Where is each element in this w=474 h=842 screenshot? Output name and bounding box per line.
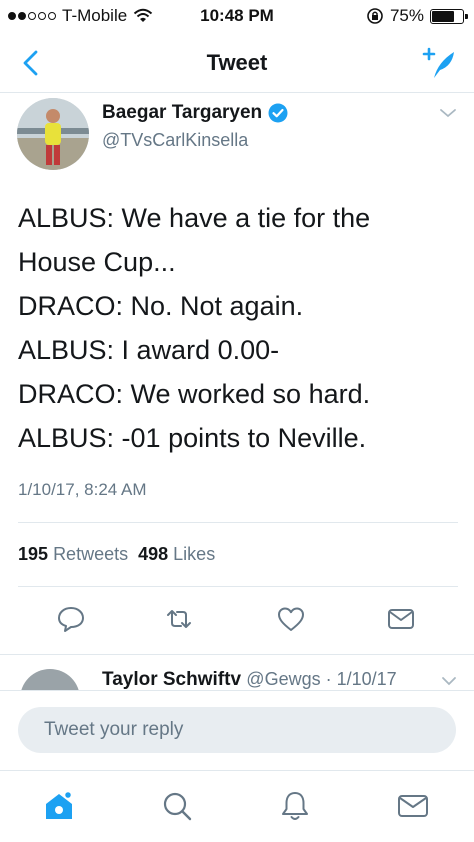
rotation-lock-icon bbox=[367, 8, 383, 24]
retweets-label: Retweets bbox=[53, 544, 129, 564]
tweet-line: DRACO: No. Not again. bbox=[18, 291, 304, 321]
reply-author-avatar[interactable] bbox=[20, 669, 80, 691]
navigation-bar: Tweet bbox=[0, 34, 474, 93]
status-bar: T-Mobile 10:48 PM 75% bbox=[0, 0, 474, 34]
verified-badge-icon bbox=[268, 103, 288, 123]
retweet-icon[interactable] bbox=[164, 604, 194, 634]
messages-envelope-icon[interactable] bbox=[396, 789, 430, 823]
home-icon[interactable] bbox=[42, 789, 76, 823]
author-name[interactable]: Baegar Targaryen bbox=[102, 102, 288, 124]
tweet-line: ALBUS: I award 0.00- bbox=[18, 335, 280, 365]
compose-tweet-icon[interactable] bbox=[418, 44, 458, 84]
retweets-count: 195 bbox=[18, 544, 49, 564]
battery-icon bbox=[430, 8, 468, 24]
reply-input[interactable]: Tweet your reply bbox=[18, 707, 456, 753]
tweet-text: ALBUS: We have a tie for the House Cup..… bbox=[18, 196, 458, 460]
chevron-down-icon[interactable] bbox=[440, 675, 458, 687]
divider bbox=[18, 522, 458, 523]
reply-icon[interactable] bbox=[56, 604, 86, 634]
likes-stat[interactable]: 498 Likes bbox=[138, 544, 215, 565]
author-name-text: Baegar Targaryen bbox=[102, 102, 263, 123]
search-icon[interactable] bbox=[160, 789, 194, 823]
divider bbox=[18, 586, 458, 587]
tweet-line: House Cup... bbox=[18, 247, 176, 277]
tweet-line: ALBUS: We have a tie for the bbox=[18, 203, 371, 233]
reply-tweet[interactable]: Taylor Schwiftv @Gewgs · 1/10/17 bbox=[0, 654, 474, 691]
likes-label: Likes bbox=[173, 544, 216, 564]
tweet-timestamp: 1/10/17, 8:24 AM bbox=[18, 480, 147, 499]
page-title: Tweet bbox=[206, 50, 268, 75]
tweet-line: DRACO: We worked so hard. bbox=[18, 379, 371, 409]
tweet-line: ALBUS: -01 points to Neville. bbox=[18, 423, 367, 453]
notifications-bell-icon[interactable] bbox=[278, 789, 312, 823]
tweet-stats: 195 Retweets 498 Likes bbox=[18, 544, 215, 565]
likes-count: 498 bbox=[138, 544, 169, 564]
like-heart-icon[interactable] bbox=[276, 604, 306, 634]
tab-bar bbox=[0, 770, 474, 842]
reply-composer: Tweet your reply bbox=[0, 690, 474, 771]
chevron-down-icon[interactable] bbox=[438, 106, 458, 120]
reply-placeholder: Tweet your reply bbox=[44, 719, 184, 740]
author-handle[interactable]: @TVsCarlKinsella bbox=[102, 130, 248, 151]
battery-status: 75% bbox=[366, 6, 468, 26]
retweets-stat[interactable]: 195 Retweets bbox=[18, 544, 128, 565]
reply-meta: @Gewgs · 1/10/17 bbox=[246, 669, 397, 689]
author-avatar[interactable] bbox=[17, 98, 89, 170]
battery-percent: 75% bbox=[389, 6, 424, 25]
direct-message-icon[interactable] bbox=[386, 604, 416, 634]
reply-author-name: Taylor Schwiftv bbox=[102, 669, 242, 690]
reply-author[interactable]: Taylor Schwiftv @Gewgs · 1/10/17 bbox=[102, 669, 397, 691]
tweet-actions bbox=[0, 590, 474, 652]
